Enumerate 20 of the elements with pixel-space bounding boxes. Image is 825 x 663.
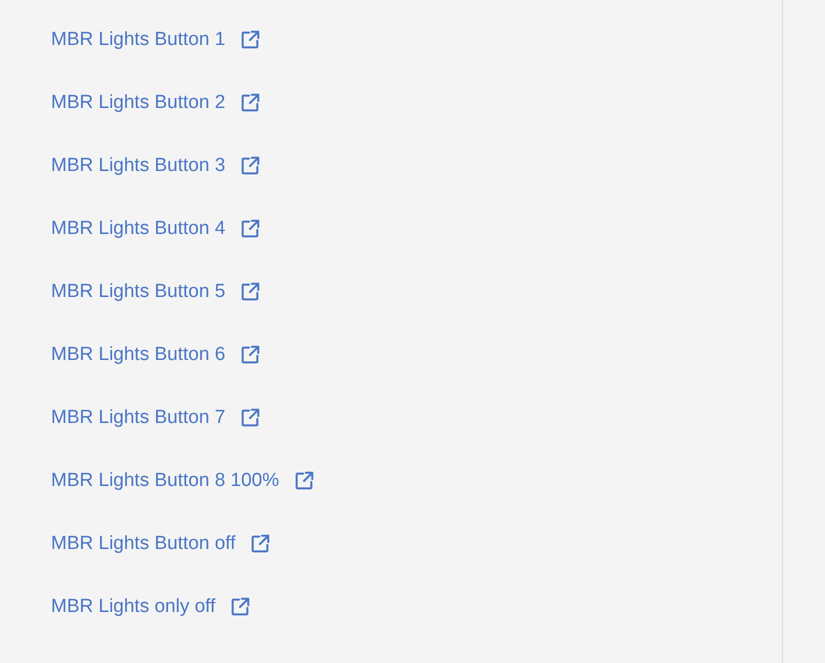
external-link-icon[interactable] (239, 218, 262, 240)
external-link-icon[interactable] (239, 155, 262, 177)
link[interactable]: MBR Lights Button 4 (51, 218, 226, 240)
link[interactable]: MBR Lights Button 7 (51, 407, 226, 429)
link[interactable]: MBR Lights Button 2 (51, 92, 226, 114)
link[interactable]: MBR Lights Button 3 (51, 155, 226, 177)
external-link-icon[interactable] (239, 344, 262, 366)
external-link-icon[interactable] (239, 29, 262, 51)
external-link-icon[interactable] (239, 281, 262, 303)
external-link-icon[interactable] (229, 596, 252, 618)
external-link-icon[interactable] (249, 533, 272, 555)
external-link-icon[interactable] (293, 470, 316, 492)
external-link-icon[interactable] (239, 407, 262, 429)
link[interactable]: MBR Lights only off (51, 596, 216, 618)
link[interactable]: MBR Lights Button 5 (51, 281, 226, 303)
link[interactable]: MBR Lights Button 6 (51, 344, 226, 366)
external-link-icon[interactable] (239, 92, 262, 114)
link[interactable]: MBR Lights Button 1 (51, 29, 226, 51)
link[interactable]: MBR Lights Button 8 100% (51, 470, 280, 492)
link[interactable]: MBR Lights Button off (51, 533, 236, 555)
